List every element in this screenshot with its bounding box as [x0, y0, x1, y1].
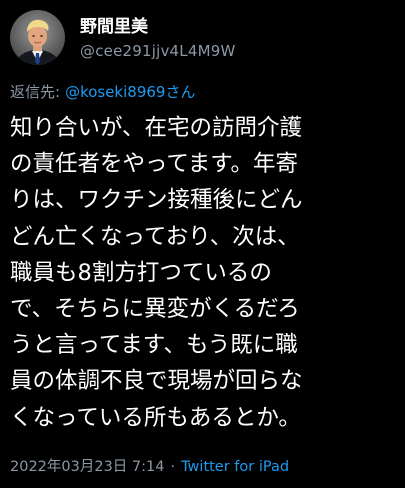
tweet-body: 知り合いが、在宅の訪問介護 の責任者をやってます。年寄 りは、ワクチン接種後にど… [10, 110, 402, 436]
tweet-body-line: 職員も8割方打つているの [10, 259, 272, 286]
timestamp[interactable]: 2022年03月23日 7:14 [10, 459, 164, 475]
tweet-body-line: で、そちらに異変がくるだろ [10, 296, 300, 323]
meta-separator: · [170, 459, 176, 475]
reply-prefix: 返信先: [10, 83, 61, 101]
tweet-body-line: 員の体調不良で現場が回らな [10, 368, 303, 395]
reply-target-link[interactable]: @koseki8969さん [65, 83, 195, 101]
tweet-meta: 2022年03月23日 7:14 · Twitter for iPad [10, 455, 289, 476]
user-handle[interactable]: @cee291jjv4L4M9W [80, 42, 236, 60]
reply-context: 返信先: @koseki8969さん [10, 81, 195, 102]
tweet-body-line: くなっている所もあるとか。 [10, 404, 301, 431]
tweet: 野間里美 @cee291jjv4L4M9W 返信先: @koseki8969さん … [0, 0, 405, 488]
source-link[interactable]: Twitter for iPad [181, 459, 289, 475]
tweet-body-line: りは、ワクチン接種後にどん [10, 187, 303, 214]
avatar[interactable] [10, 10, 65, 65]
tweet-body-line: 知り合いが、在宅の訪問介護 [10, 115, 303, 141]
tweet-body-line: どん亡くなっており、次は、 [10, 223, 300, 250]
profile-photo-icon [10, 10, 65, 65]
tweet-body-line: の責任者をやってます。年寄 [10, 151, 299, 178]
tweet-body-line: うと言ってます、もう既に職 [10, 332, 298, 359]
display-name[interactable]: 野間里美 [80, 12, 148, 37]
